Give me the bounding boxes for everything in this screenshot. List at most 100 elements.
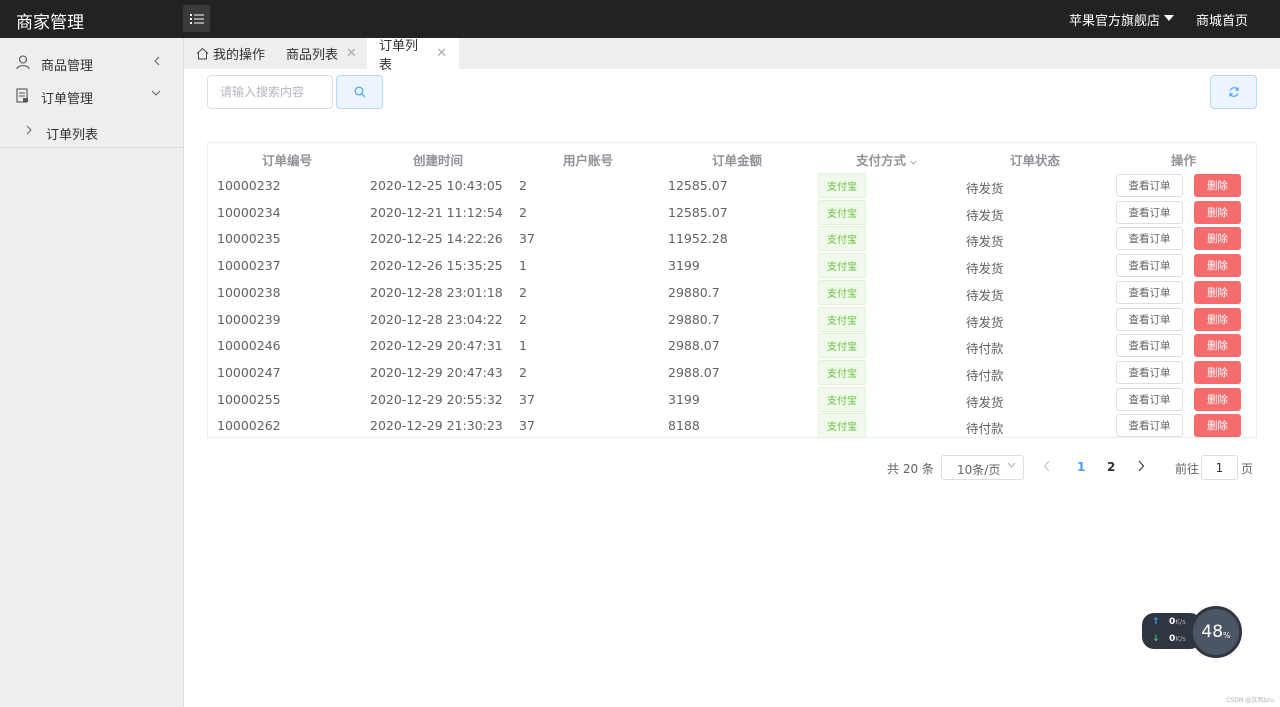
- delete-button[interactable]: 删除: [1194, 200, 1241, 224]
- cell-status: 待付款: [966, 421, 1004, 437]
- list-icon: [189, 13, 204, 24]
- view-order-button[interactable]: 查看订单: [1116, 174, 1183, 197]
- cell-id: 10000246: [217, 338, 281, 354]
- cell-id: 10000262: [217, 418, 281, 434]
- delete-button[interactable]: 删除: [1194, 360, 1241, 384]
- menu-toggle-button[interactable]: [183, 5, 210, 32]
- store-name: 苹果官方旗舰店: [1068, 13, 1160, 29]
- memory-usage-gauge[interactable]: 48%: [1190, 606, 1242, 658]
- page-size-select[interactable]: 10条/页: [941, 455, 1024, 480]
- cell-status: 待付款: [966, 367, 1004, 383]
- goto-page-input[interactable]: 1: [1201, 455, 1238, 480]
- cell-id: 10000255: [217, 391, 281, 407]
- sidebar-item-products[interactable]: 商品管理: [0, 47, 183, 79]
- delete-button[interactable]: 删除: [1194, 227, 1241, 251]
- delete-button[interactable]: 删除: [1194, 414, 1241, 438]
- cell-amount: 3199: [668, 391, 700, 407]
- delete-button[interactable]: 删除: [1194, 307, 1241, 331]
- refresh-icon: [1228, 87, 1239, 97]
- goto-label: 前往: [1175, 462, 1200, 476]
- column-header-label: 支付方式: [856, 153, 907, 168]
- cell-status: 待发货: [966, 394, 1004, 410]
- tab-bar: 我的操作 商品列表 ✕ 订单列表 ✕: [184, 38, 1280, 73]
- view-order-button[interactable]: 查看订单: [1116, 360, 1183, 384]
- view-order-button[interactable]: 查看订单: [1116, 414, 1183, 438]
- cell-user: 2: [519, 364, 527, 380]
- search-input[interactable]: [207, 75, 333, 109]
- payment-method-tag: 支付宝: [818, 386, 866, 412]
- cell-time: 2020-12-29 21:30:23: [370, 418, 503, 434]
- cell-user: 2: [519, 311, 527, 327]
- view-order-button[interactable]: 查看订单: [1116, 307, 1183, 331]
- view-order-button[interactable]: 查看订单: [1116, 200, 1183, 224]
- table-row: 10000255 2020-12-29 20:55:32 37 3199 待发货 支付宝 查…: [208, 386, 1256, 413]
- view-order-button[interactable]: 查看订单: [1116, 227, 1183, 251]
- cell-user: 2: [519, 284, 527, 300]
- sidebar: 商品管理 订单管理 订单列表: [0, 38, 184, 707]
- column-header-sortable[interactable]: 支付方式: [856, 150, 917, 169]
- prev-page-icon[interactable]: [1043, 460, 1050, 472]
- order-icon: [16, 88, 28, 103]
- payment-method-tag: 支付宝: [818, 226, 866, 252]
- search-button[interactable]: [336, 75, 383, 109]
- usage-percent: 48: [1201, 622, 1224, 642]
- view-order-button[interactable]: 查看订单: [1116, 387, 1183, 411]
- view-order-button[interactable]: 查看订单: [1116, 280, 1183, 304]
- sidebar-item-orders[interactable]: 订单管理: [0, 80, 183, 112]
- cell-amount: 2988.07: [668, 338, 720, 354]
- sidebar-item-label: 商品管理: [41, 59, 94, 74]
- chevron-down-icon: [911, 160, 917, 165]
- column-header: 用户账号: [563, 153, 614, 168]
- cell-time: 2020-12-21 11:12:54: [370, 204, 503, 220]
- table-row: 10000238 2020-12-28 23:01:18 2 29880.7 待发货 支付…: [208, 279, 1256, 306]
- home-icon: [196, 47, 209, 60]
- page-number-2[interactable]: 2: [1107, 460, 1115, 474]
- cell-status: 待发货: [966, 287, 1004, 303]
- view-order-button[interactable]: 查看订单: [1116, 334, 1183, 358]
- sidebar-divider: [0, 147, 183, 148]
- delete-button[interactable]: 删除: [1194, 174, 1241, 197]
- sidebar-subitem-order-list[interactable]: 订单列表: [0, 116, 183, 148]
- delete-button[interactable]: 删除: [1194, 334, 1241, 358]
- tab-label: 订单列表: [379, 38, 419, 73]
- cell-user: 2: [519, 204, 527, 220]
- page-number-1[interactable]: 1: [1077, 460, 1085, 474]
- cell-status: 待付款: [966, 341, 1004, 357]
- store-dropdown[interactable]: 苹果官方旗舰店: [1069, 10, 1174, 29]
- cell-id: 10000232: [217, 178, 281, 193]
- cell-user: 1: [519, 338, 527, 354]
- pagination: 共 20 条 10条/页 1 2 前往 1 页: [0, 455, 1280, 481]
- upload-speed: ↑ 0K/s: [1152, 617, 1186, 627]
- chevron-down-icon: [151, 90, 161, 96]
- next-page-icon[interactable]: [1138, 460, 1145, 472]
- sidebar-subitem-label: 订单列表: [46, 128, 99, 143]
- cell-time: 2020-12-28 23:04:22: [370, 311, 503, 327]
- cell-status: 待发货: [966, 261, 1004, 277]
- payment-method-tag: 支付宝: [818, 333, 866, 359]
- cell-id: 10000247: [217, 364, 281, 380]
- tab-order-list[interactable]: 订单列表 ✕: [367, 38, 459, 73]
- payment-method-tag: 支付宝: [818, 173, 866, 198]
- cell-status: 待发货: [966, 181, 1004, 196]
- home-link[interactable]: 商城首页: [1196, 10, 1248, 29]
- tab-label: 我的操作: [213, 48, 266, 63]
- close-icon[interactable]: ✕: [346, 46, 357, 61]
- column-header: 订单状态: [1010, 153, 1061, 168]
- cell-id: 10000234: [217, 204, 281, 220]
- tab-my-operations[interactable]: 我的操作: [196, 38, 265, 69]
- column-header: 订单金额: [712, 153, 763, 168]
- search-icon: [354, 86, 365, 98]
- tab-product-list[interactable]: 商品列表 ✕: [286, 38, 357, 69]
- table-row: 10000247 2020-12-29 20:47:43 2 2988.07 待付款 支付…: [208, 359, 1256, 386]
- top-header: 商家管理 苹果官方旗舰店 商城首页: [0, 0, 1280, 38]
- delete-button[interactable]: 删除: [1194, 387, 1241, 411]
- delete-button[interactable]: 删除: [1194, 280, 1241, 304]
- close-icon[interactable]: ✕: [436, 46, 447, 61]
- refresh-button[interactable]: [1210, 75, 1257, 109]
- delete-button[interactable]: 删除: [1194, 254, 1241, 278]
- watermark: CSDN @沈风bzu: [1226, 697, 1274, 704]
- pagination-total: 共 20 条: [887, 462, 934, 476]
- view-order-button[interactable]: 查看订单: [1116, 254, 1183, 278]
- cell-amount: 29880.7: [668, 284, 720, 300]
- chevron-down-icon: [1007, 462, 1016, 468]
